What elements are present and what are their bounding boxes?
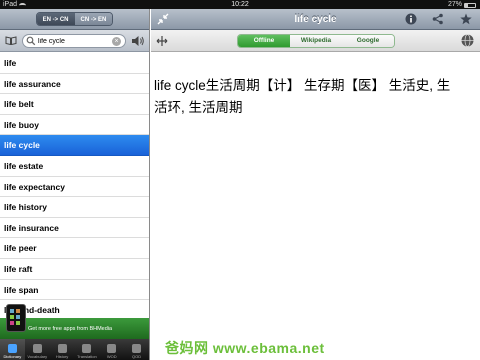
list-item[interactable]: life history — [0, 197, 149, 218]
cn-en-button[interactable]: CN -> EN — [74, 13, 113, 25]
list-item[interactable]: life estate — [0, 155, 149, 177]
tab-dictionary[interactable]: Dictionary — [0, 339, 25, 360]
search-field[interactable]: × — [22, 34, 126, 48]
list-item[interactable]: life peer — [0, 238, 149, 259]
clear-search-icon[interactable]: × — [112, 36, 121, 46]
source-toolbar: Offline Wikipedia Google — [151, 30, 480, 52]
search-bar: × — [0, 30, 149, 52]
tab-bar: Dictionary Vocabulary History Translation WO… — [0, 339, 149, 360]
tab-label: History — [55, 354, 69, 359]
list-item[interactable]: life cycle — [0, 135, 149, 156]
globe-icon[interactable] — [461, 34, 474, 47]
tab-label: Dictionary — [3, 354, 22, 359]
resize-arrows-icon[interactable] — [156, 35, 168, 47]
ad-text: Get more free apps from BHMedia — [28, 325, 113, 332]
word-list-panel: EN -> CN CN -> EN × lifelife assuranceli… — [0, 9, 150, 360]
tab-google[interactable]: Google — [342, 35, 394, 47]
watermark: 爸妈网 www.ebama.net — [165, 340, 325, 356]
list-item[interactable]: life belt — [0, 94, 149, 115]
list-item[interactable]: life span — [0, 279, 149, 301]
list-item[interactable]: life — [0, 53, 149, 74]
tab-label: Vocabulary — [27, 354, 48, 359]
tab-vocabulary[interactable]: Vocabulary — [25, 339, 50, 360]
bookmarks-icon[interactable] — [5, 36, 17, 45]
tab-qod[interactable]: QOD — [124, 339, 149, 360]
dictionary-icon — [7, 344, 17, 353]
page-title: life cycle — [294, 14, 337, 25]
detail-navbar: life cycle — [151, 9, 480, 30]
info-icon[interactable] — [405, 13, 417, 25]
clock: 10:22 — [231, 1, 249, 8]
wod-icon — [107, 344, 117, 353]
search-icon — [26, 36, 36, 46]
language-toolbar: EN -> CN CN -> EN — [0, 9, 149, 30]
tab-label: QOD — [131, 354, 142, 359]
tab-wikipedia[interactable]: Wikipedia — [290, 35, 342, 47]
en-cn-button[interactable]: EN -> CN — [36, 13, 75, 25]
tab-translation[interactable]: Translation — [74, 339, 99, 360]
favorite-star-icon[interactable] — [460, 13, 472, 25]
tab-label: WOD — [106, 354, 117, 359]
list-item[interactable]: life raft — [0, 258, 149, 280]
tab-offline[interactable]: Offline — [238, 35, 290, 47]
battery-percent: 27% — [447, 1, 462, 8]
vocabulary-icon — [32, 344, 42, 353]
search-input[interactable] — [36, 35, 110, 47]
speaker-icon[interactable] — [131, 35, 145, 47]
tab-label: Translation — [77, 354, 97, 359]
definition-text: life cycle生活周期【计】 生存期【医】 生活史, 生活环, 生活周期 — [154, 78, 451, 115]
definition-panel: life cycle Offline Wikipedia Google life… — [151, 9, 480, 360]
list-item[interactable]: life insurance — [0, 217, 149, 239]
tab-history[interactable]: History — [50, 339, 75, 360]
history-icon — [57, 344, 67, 353]
qod-icon — [132, 344, 142, 353]
list-item[interactable]: life buoy — [0, 114, 149, 136]
translation-icon — [82, 344, 92, 353]
status-bar: iPad 10:22 27% — [0, 0, 480, 9]
source-selector: Offline Wikipedia Google — [237, 34, 395, 48]
ipad-app-icon — [6, 304, 26, 332]
list-item[interactable]: life expectancy — [0, 176, 149, 198]
share-icon[interactable] — [432, 13, 444, 25]
battery-indicator: 27% — [448, 0, 476, 9]
word-list: life life assurance life belt life buoy life… — [0, 53, 149, 330]
battery-icon — [464, 3, 476, 8]
tab-wod[interactable]: WOD — [99, 339, 124, 360]
language-direction-toggle: EN -> CN CN -> EN — [35, 12, 114, 26]
list-item[interactable]: life assurance — [0, 73, 149, 95]
